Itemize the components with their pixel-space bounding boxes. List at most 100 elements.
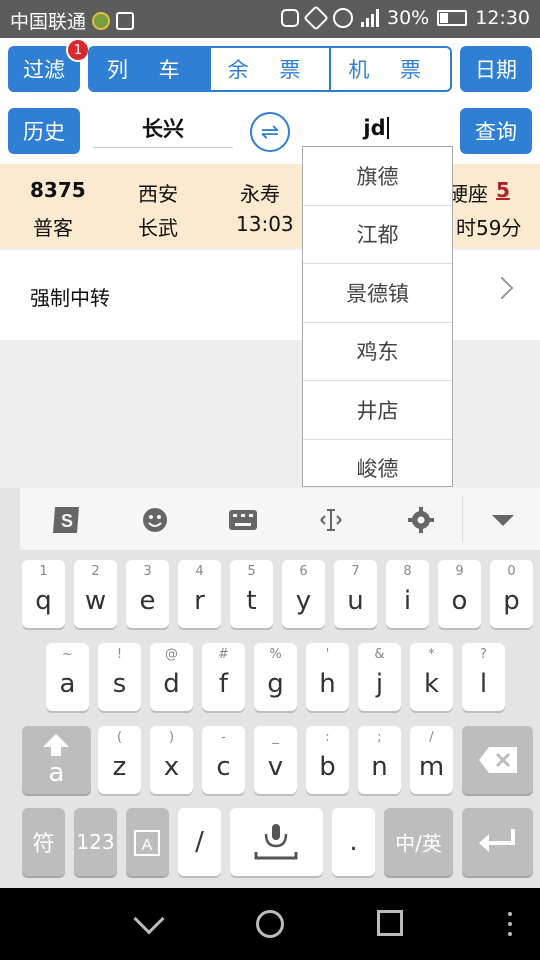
key-k[interactable]: * k — [410, 643, 453, 711]
key-label: e — [139, 586, 156, 616]
seat-count: 5 — [496, 178, 510, 202]
key-t[interactable]: 5t — [230, 560, 273, 628]
key-label: v — [267, 752, 284, 782]
key-b[interactable]: :b — [306, 726, 349, 794]
sogou-logo-icon[interactable]: S — [50, 506, 84, 534]
sogou-status-icon — [281, 9, 299, 27]
to-station-label: 永寿 — [240, 182, 280, 206]
key-g[interactable]: % g — [254, 643, 297, 711]
key-s[interactable]: ! s — [98, 643, 141, 711]
key-f[interactable]: # f — [202, 643, 245, 711]
key-e[interactable]: 3e — [126, 560, 169, 628]
key-y[interactable]: 6y — [282, 560, 325, 628]
key-m[interactable]: / m — [410, 726, 453, 794]
slash-key[interactable]: / — [178, 808, 221, 876]
text-cursor — [386, 116, 389, 139]
suggestion-item[interactable]: 旗德 — [303, 147, 452, 206]
key-q[interactable]: 1q — [22, 560, 65, 628]
tab-train[interactable]: 列 车 — [90, 48, 209, 90]
key-label: u — [347, 586, 364, 616]
date-button[interactable]: 日期 — [460, 46, 532, 92]
key-label: g — [267, 669, 284, 699]
via-station-label: 长武 — [138, 216, 178, 240]
language-switch-key[interactable]: 中/英 — [384, 808, 453, 876]
key-label: j — [375, 669, 384, 699]
suggestion-item[interactable]: 江都 — [303, 206, 452, 264]
key-hint: ; — [377, 730, 382, 745]
symbols-key[interactable]: 符 — [22, 808, 65, 876]
numbers-key[interactable]: 123 — [74, 808, 117, 876]
history-button[interactable]: 历史 — [8, 108, 80, 154]
tab-remaining-tickets[interactable]: 余 票 — [208, 48, 330, 90]
language-switch-label: 中/英 — [395, 831, 442, 856]
key-c[interactable]: -c — [202, 726, 245, 794]
carrier-label: 中国联通 — [10, 11, 87, 33]
key-x[interactable]: ) x — [150, 726, 193, 794]
key-u[interactable]: 7u — [334, 560, 377, 628]
battery-percent: 30% — [387, 7, 430, 29]
key-z[interactable]: (z — [98, 726, 141, 794]
from-station-field[interactable]: 长兴 — [93, 108, 233, 148]
filter-button[interactable]: 过滤 1 — [8, 38, 90, 92]
key-p[interactable]: 0p — [490, 560, 533, 628]
key-label: p — [503, 586, 520, 616]
key-h[interactable]: ' h — [306, 643, 349, 711]
emoji-icon[interactable] — [140, 506, 170, 534]
key-w[interactable]: 2w — [74, 560, 117, 628]
svg-text:A: A — [142, 837, 153, 854]
seat-type-label: 硬座 — [448, 182, 488, 206]
suggestion-item[interactable]: 景德镇 — [303, 264, 452, 323]
backspace-key[interactable] — [462, 726, 533, 794]
shift-key[interactable]: a — [22, 726, 91, 794]
chevron-right-icon — [490, 276, 514, 300]
mode-tabs: 列 车 余 票 机 票 — [88, 46, 452, 92]
clipboard-key[interactable]: A — [126, 808, 169, 876]
key-i[interactable]: 8i — [386, 560, 429, 628]
back-chevron-icon[interactable] — [133, 903, 165, 935]
tab-flight-tickets[interactable]: 机 票 — [329, 48, 450, 90]
key-label: h — [319, 669, 336, 699]
toolbar-divider — [462, 496, 463, 542]
collapse-keyboard-icon[interactable] — [488, 506, 518, 534]
keyboard-switch-icon[interactable] — [228, 506, 258, 534]
vibrate-icon — [303, 5, 329, 31]
key-label: d — [163, 669, 180, 699]
key-hint: ( — [116, 730, 123, 745]
key-n[interactable]: ; n — [358, 726, 401, 794]
recent-apps-icon[interactable] — [377, 910, 403, 936]
key-a[interactable]: ~ a — [46, 643, 89, 711]
train-result-row[interactable]: 8375 普客 西安 长武 永寿 13:03 硬座 5 时59分 — [0, 164, 540, 248]
query-button[interactable]: 查询 — [460, 108, 532, 154]
suggestion-item[interactable]: 井店 — [303, 381, 452, 440]
space-voice-key[interactable] — [230, 808, 323, 876]
key-hint: 6 — [299, 564, 308, 579]
clipboard-icon: A — [134, 830, 160, 856]
key-j[interactable]: & j — [358, 643, 401, 711]
key-o[interactable]: 9o — [438, 560, 481, 628]
from-station-value: 长兴 — [142, 116, 184, 141]
key-hint: 7 — [351, 564, 360, 579]
to-station-input[interactable]: jd — [306, 108, 446, 148]
key-r[interactable]: 4r — [178, 560, 221, 628]
period-key[interactable]: . — [332, 808, 375, 876]
key-hint: / — [429, 730, 434, 745]
key-v[interactable]: _ v — [254, 726, 297, 794]
cursor-move-icon[interactable] — [316, 506, 346, 534]
keyboard-toolbar: S — [20, 488, 540, 550]
forced-transfer-row[interactable]: 强制中转 — [0, 250, 540, 340]
alarm-icon — [333, 8, 353, 28]
swap-stations-button[interactable]: ⇌ — [250, 112, 290, 152]
enter-key[interactable] — [462, 808, 533, 876]
key-hint: 2 — [91, 564, 100, 579]
key-d[interactable]: @ d — [150, 643, 193, 711]
sim-icon — [92, 11, 111, 30]
more-dots-icon[interactable] — [508, 912, 512, 936]
train-type: 普客 — [33, 216, 73, 240]
key-label: m — [418, 752, 445, 782]
suggestion-item[interactable]: 峻德 — [303, 440, 452, 487]
settings-gear-icon[interactable] — [406, 506, 436, 534]
soft-keyboard: S 1q 2w 3e 4r 5t 6y 7u 8i 9o 0p ~ a ! s @ d… — [0, 488, 540, 888]
suggestion-item[interactable]: 鸡东 — [303, 323, 452, 381]
key-l[interactable]: ? l — [462, 643, 505, 711]
home-circle-icon[interactable] — [256, 910, 284, 938]
